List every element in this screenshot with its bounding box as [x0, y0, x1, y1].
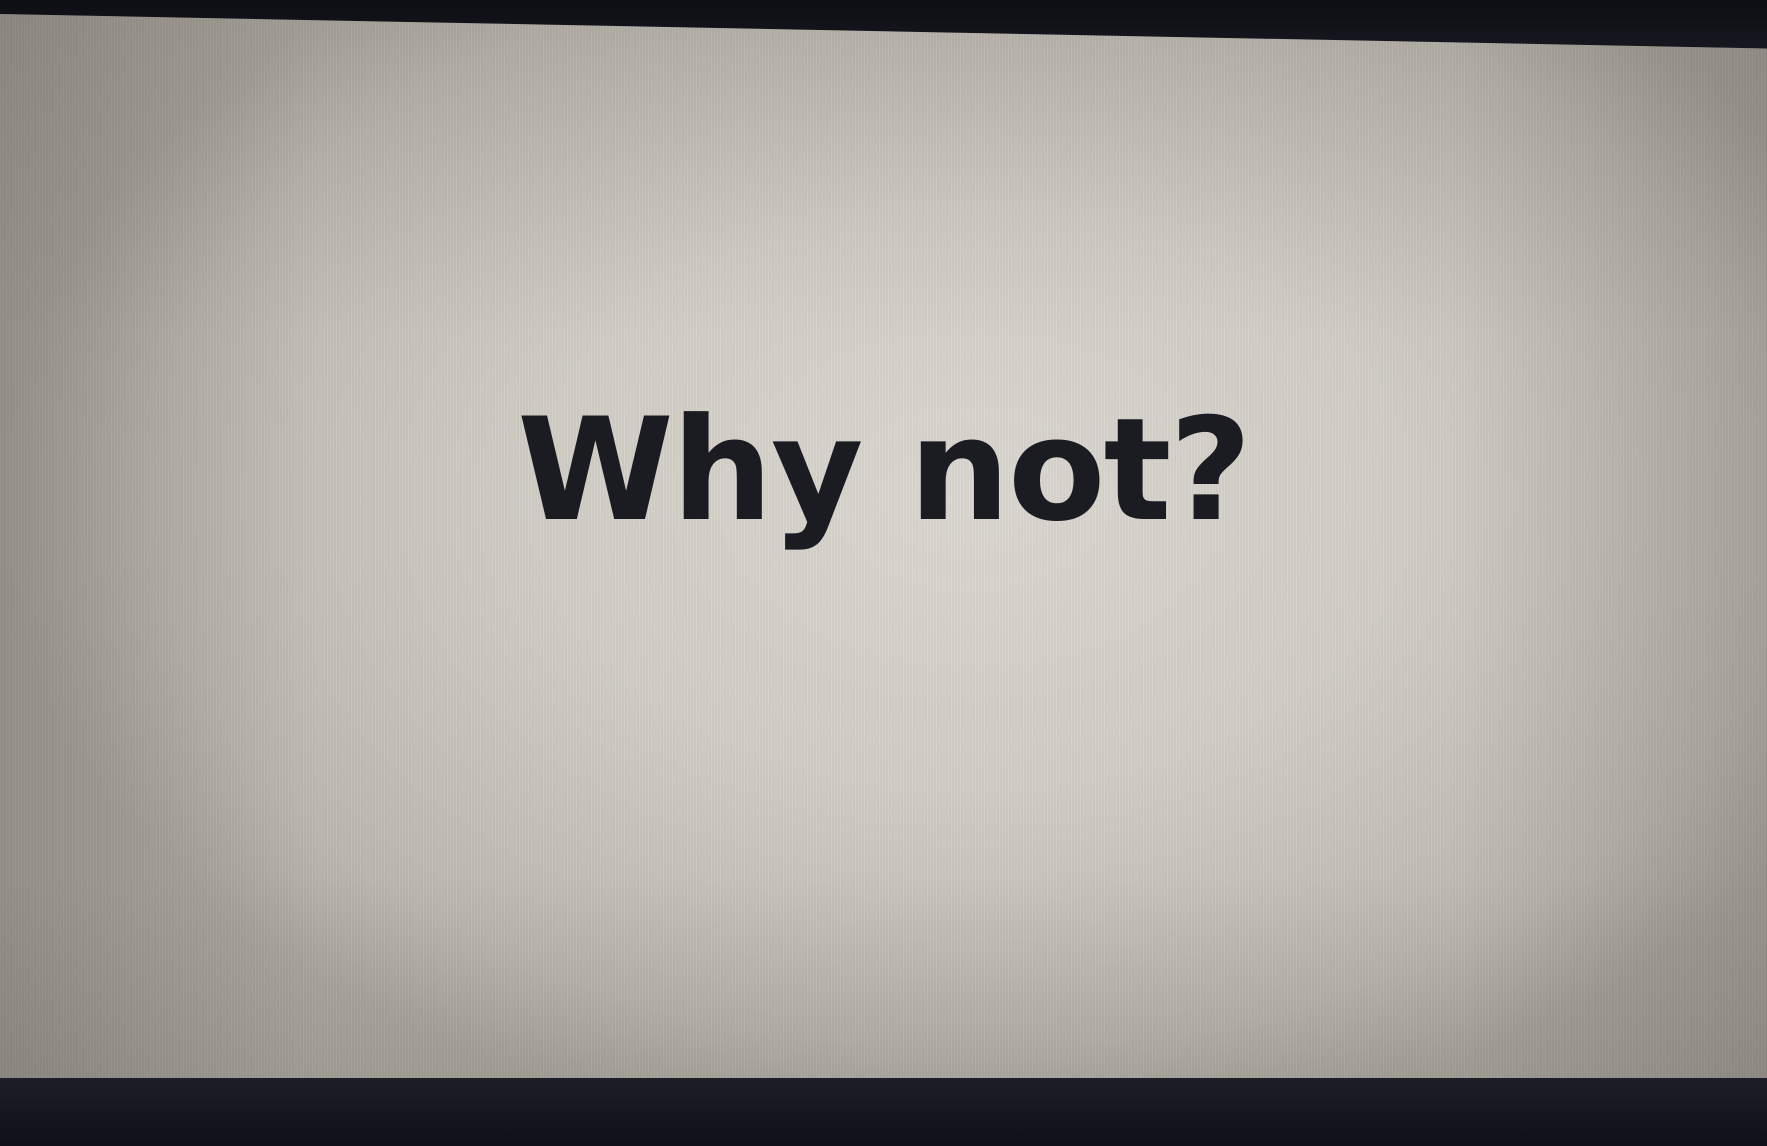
- screen-vignette: [0, 14, 1767, 1092]
- monitor-bezel-bottom: [0, 1078, 1767, 1146]
- slide-title: Why not?: [517, 388, 1252, 553]
- photo-frame: Why not?: [0, 0, 1767, 1146]
- monitor-screen: Why not?: [0, 14, 1767, 1092]
